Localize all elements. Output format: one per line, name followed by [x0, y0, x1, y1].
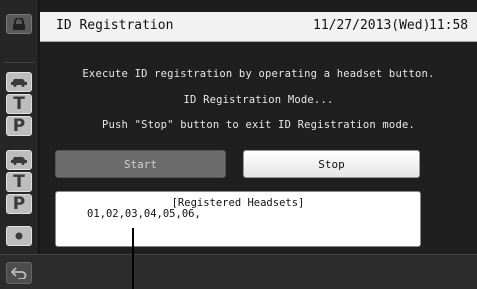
sidebar-item-p[interactable]: P	[6, 194, 32, 214]
bottom-bar	[0, 254, 477, 289]
exit-hint-text: Push "Stop" button to exit ID Registrati…	[101, 119, 416, 131]
car-icon-shape	[11, 157, 27, 165]
car-icon-shape	[11, 79, 27, 87]
sidebar-item-p[interactable]: P	[6, 116, 32, 136]
start-button[interactable]: Start	[55, 150, 226, 178]
main-panel: Execute ID registration by operating a h…	[40, 42, 477, 254]
dot-icon[interactable]	[6, 226, 32, 246]
title-bar: ID Registration 11/27/2013(Wed) 11:58	[40, 12, 477, 42]
sidebar-item-t[interactable]: T	[6, 172, 32, 192]
registered-headsets-list: 01,02,03,04,05,06,	[87, 208, 201, 220]
registered-headsets-box: [Registered Headsets] 01,02,03,04,05,06,	[55, 191, 421, 247]
stop-button[interactable]: Stop	[243, 150, 420, 178]
lock-icon[interactable]	[6, 14, 32, 34]
mode-status-text: ID Registration Mode...	[183, 94, 334, 106]
top-strip	[40, 0, 477, 12]
car-icon[interactable]	[6, 72, 32, 92]
lock-icon-shape	[13, 18, 25, 30]
sidebar-divider	[4, 62, 34, 63]
callout-leader-line	[132, 228, 134, 289]
car-icon[interactable]	[6, 150, 32, 170]
sidebar-item-t[interactable]: T	[6, 94, 32, 114]
time-display: 11:58	[429, 18, 469, 33]
device-screen: T P T P ID Registration 11/27/2013(Wed) …	[0, 0, 477, 289]
left-sidebar: T P T P	[0, 0, 39, 289]
date-display: 11/27/2013(Wed)	[313, 18, 431, 33]
page-title: ID Registration	[56, 18, 174, 33]
instruction-text: Execute ID registration by operating a h…	[82, 68, 435, 80]
back-arrow-icon	[11, 267, 27, 279]
back-button[interactable]	[6, 262, 32, 284]
dot-icon-shape	[15, 232, 23, 240]
